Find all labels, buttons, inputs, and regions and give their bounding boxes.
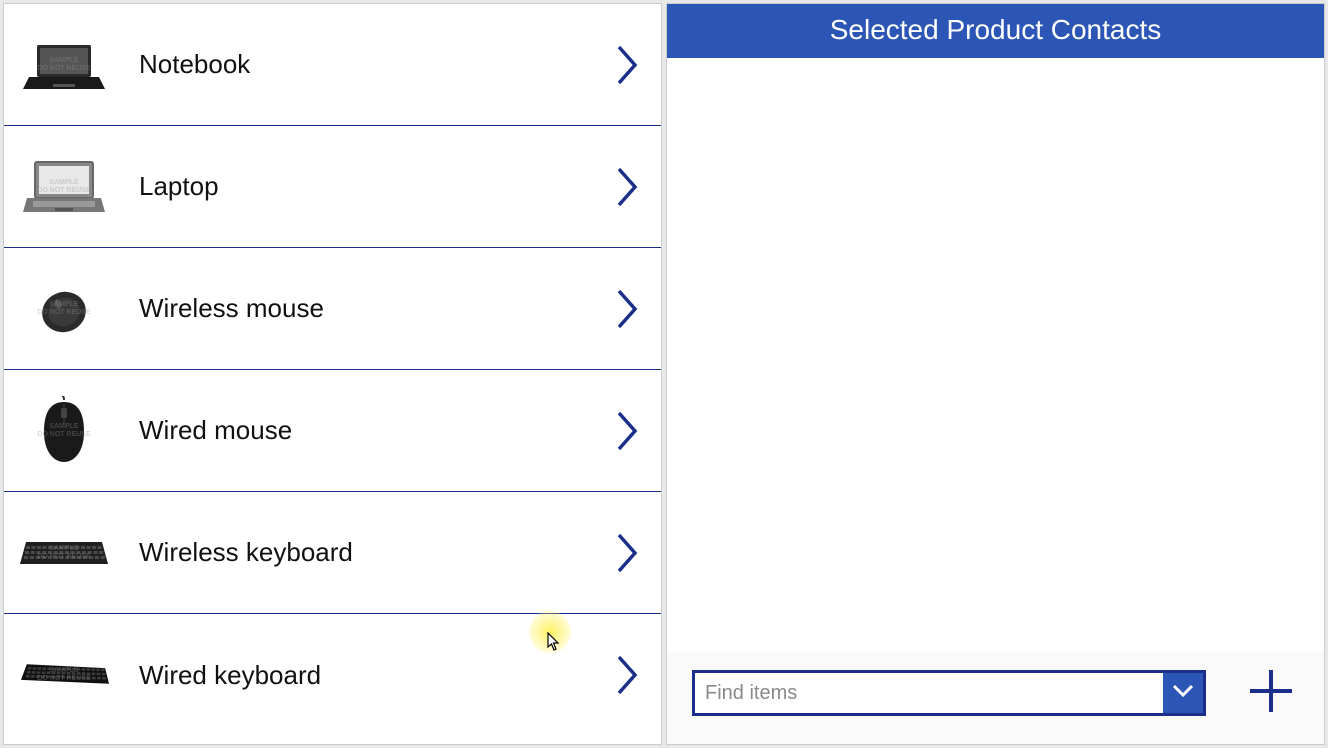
product-row-mouse-wireless[interactable]: SAMPLEDO NOT REUSE Wireless mouse bbox=[4, 248, 661, 370]
contacts-panel-title: Selected Product Contacts bbox=[667, 4, 1324, 58]
product-label: Wireless mouse bbox=[139, 293, 615, 324]
product-row-notebook[interactable]: SAMPLEDO NOT REUSE Notebook bbox=[4, 4, 661, 126]
chevron-right-icon bbox=[615, 409, 641, 453]
chevron-right-icon bbox=[615, 43, 641, 87]
product-list-pane[interactable]: SAMPLEDO NOT REUSENotebookSAMPLEDO NOT R… bbox=[3, 3, 662, 745]
search-footer bbox=[667, 652, 1324, 744]
chevron-right-icon bbox=[615, 165, 641, 209]
chevron-right-icon bbox=[615, 531, 641, 575]
notebook-icon: SAMPLEDO NOT REUSE bbox=[19, 30, 109, 100]
mouse-wired-icon: SAMPLEDO NOT REUSE bbox=[19, 396, 109, 466]
chevron-down-icon bbox=[1172, 684, 1194, 703]
product-row-laptop[interactable]: SAMPLEDO NOT REUSE Laptop bbox=[4, 126, 661, 248]
product-label: Wired mouse bbox=[139, 415, 615, 446]
product-list: SAMPLEDO NOT REUSENotebookSAMPLEDO NOT R… bbox=[4, 4, 661, 736]
find-items-dropdown-button[interactable] bbox=[1163, 673, 1203, 713]
add-button[interactable] bbox=[1248, 670, 1294, 716]
product-row-keyboard-wired[interactable]: SAMPLEDO NOT REUSE Wired keyboard bbox=[4, 614, 661, 736]
laptop-icon: SAMPLEDO NOT REUSE bbox=[19, 152, 109, 222]
contacts-panel-body bbox=[667, 58, 1324, 652]
product-label: Wireless keyboard bbox=[139, 537, 615, 568]
product-label: Laptop bbox=[139, 171, 615, 202]
product-label: Wired keyboard bbox=[139, 660, 615, 691]
find-items-input[interactable] bbox=[695, 673, 1163, 713]
chevron-right-icon bbox=[615, 653, 641, 697]
product-row-keyboard-wireless[interactable]: SAMPLEDO NOT REUSE Wireless keyboard bbox=[4, 492, 661, 614]
keyboard-wireless-icon: SAMPLEDO NOT REUSE bbox=[19, 518, 109, 588]
product-label: Notebook bbox=[139, 49, 615, 80]
find-items-combobox[interactable] bbox=[692, 670, 1206, 716]
mouse-wireless-icon: SAMPLEDO NOT REUSE bbox=[19, 274, 109, 344]
chevron-right-icon bbox=[615, 287, 641, 331]
plus-icon bbox=[1248, 668, 1294, 719]
product-row-mouse-wired[interactable]: SAMPLEDO NOT REUSE Wired mouse bbox=[4, 370, 661, 492]
keyboard-wired-icon: SAMPLEDO NOT REUSE bbox=[19, 640, 109, 710]
contacts-pane: Selected Product Contacts bbox=[666, 3, 1325, 745]
